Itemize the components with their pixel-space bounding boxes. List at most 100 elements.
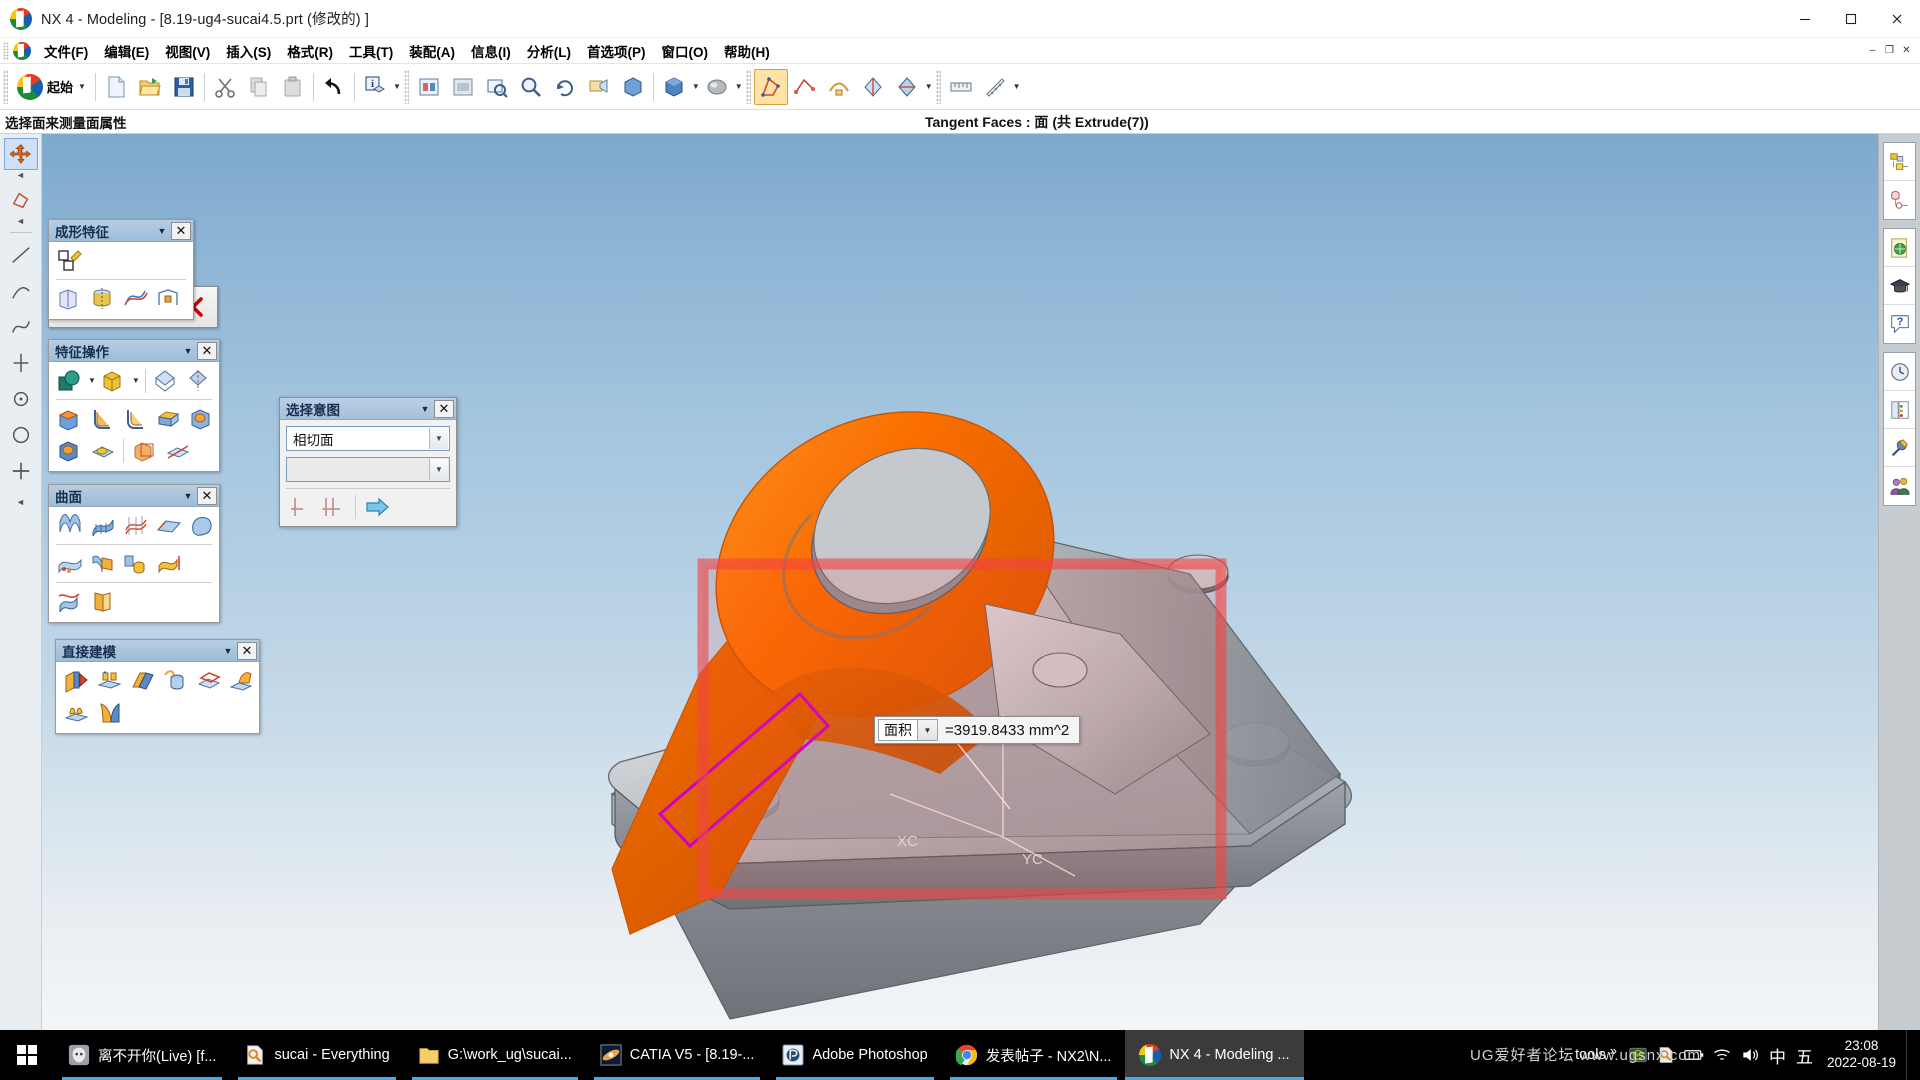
si-chain-button[interactable] xyxy=(319,494,348,520)
chevron-down-icon[interactable]: ▼ xyxy=(132,376,140,385)
close-x-icon[interactable]: ✕ xyxy=(434,399,454,418)
chevron-down-icon[interactable]: ▼ xyxy=(219,642,237,660)
close-x-icon[interactable]: ✕ xyxy=(237,641,257,660)
move-face-button[interactable] xyxy=(61,666,92,695)
document-restore-button[interactable]: ❐ xyxy=(1882,44,1897,58)
edge-blend-button[interactable] xyxy=(54,404,85,433)
palette-direct-modeling-titlebar[interactable]: 直接建模 ▼ ✕ xyxy=(56,640,259,662)
palette-feature-operations-titlebar[interactable]: 特征操作 ▼ ✕ xyxy=(49,340,219,362)
trim-body-button[interactable] xyxy=(98,366,129,395)
render-style-button[interactable] xyxy=(700,69,734,105)
resize-face-button[interactable] xyxy=(94,666,125,695)
rail-constraint-navigator[interactable] xyxy=(1884,181,1915,219)
extrude-button[interactable] xyxy=(54,284,85,313)
selection-secondary-combo[interactable]: ▼ xyxy=(286,457,450,482)
replace-face-button[interactable] xyxy=(160,666,191,695)
task-photoshop[interactable]: Adobe Photoshop xyxy=(768,1030,941,1080)
simple-deviation-button[interactable] xyxy=(856,69,890,105)
thicken-sheet-button[interactable] xyxy=(87,587,118,616)
menu-assemblies[interactable]: 装配(A) xyxy=(401,38,463,64)
rail-part-navigator[interactable] xyxy=(1884,143,1915,181)
graphics-viewport[interactable]: XC YC ◄ ◄ ◄ ? 选择意图 ▼ ✕ 相切面 ▼ ▼ 成形特征 ▼ ✕ … xyxy=(0,134,1920,1030)
copy-button[interactable] xyxy=(242,69,276,105)
chevron-down-icon[interactable]: ▼ xyxy=(153,222,171,240)
rail-roles[interactable] xyxy=(1884,429,1915,467)
task-chrome[interactable]: 发表帖子 - NX2\N... xyxy=(942,1030,1126,1080)
soft-blend-button[interactable] xyxy=(120,404,151,433)
zoom-button[interactable] xyxy=(514,69,548,105)
rail-face-finder[interactable] xyxy=(4,184,38,216)
pan-button[interactable] xyxy=(582,69,616,105)
task-catia[interactable]: CATIA V5 - [8.19-... xyxy=(586,1030,769,1080)
selection-intent-titlebar[interactable]: 选择意图 ▼ ✕ xyxy=(280,398,456,420)
menu-preferences[interactable]: 首选项(P) xyxy=(579,38,654,64)
taskbar-clock[interactable]: 23:08 2022-08-19 xyxy=(1819,1038,1904,1072)
offset-region-button[interactable] xyxy=(127,666,158,695)
rail-history[interactable] xyxy=(1884,353,1915,391)
maximize-icon[interactable] xyxy=(1828,0,1874,38)
rail-line-tool[interactable] xyxy=(4,239,38,271)
close-icon[interactable] xyxy=(1874,0,1920,38)
chevron-down-icon[interactable]: ▼ xyxy=(925,82,933,91)
selection-rule-combo[interactable]: 相切面 ▼ xyxy=(286,426,450,451)
new-button[interactable] xyxy=(99,69,133,105)
offset-surface-button[interactable] xyxy=(153,549,184,578)
close-x-icon[interactable]: ✕ xyxy=(197,486,217,505)
section-analysis-button[interactable] xyxy=(890,69,924,105)
scale-body-button[interactable] xyxy=(129,436,160,465)
unite-button[interactable] xyxy=(54,366,85,395)
chevron-down-icon[interactable]: ▼ xyxy=(735,82,743,91)
minimize-icon[interactable] xyxy=(1782,0,1828,38)
menu-grip[interactable] xyxy=(3,41,9,60)
toolbar-grip-4[interactable] xyxy=(935,69,941,104)
rail-expand-icon[interactable]: ◄ xyxy=(0,170,41,180)
ime-mode-indicator[interactable]: 中 xyxy=(1765,1043,1790,1068)
copy-face-button[interactable] xyxy=(226,666,257,695)
sweep-button[interactable] xyxy=(120,284,151,313)
face-blend-button[interactable] xyxy=(87,404,118,433)
menu-information[interactable]: 信息(I) xyxy=(463,38,519,64)
menu-tools[interactable]: 工具(T) xyxy=(341,38,401,64)
speaker-icon[interactable] xyxy=(1737,1042,1763,1068)
chevron-down-icon[interactable]: ▼ xyxy=(429,428,448,449)
measurement-value-box[interactable]: 面积 ▼ =3919.8433 mm^2 xyxy=(874,716,1081,744)
rail-curve-tool[interactable] xyxy=(4,311,38,343)
rail-learning[interactable] xyxy=(1884,267,1915,305)
hollow-button[interactable] xyxy=(186,404,217,433)
rail-plus-tool[interactable] xyxy=(4,455,38,487)
rail-expand-icon-2[interactable]: ◄ xyxy=(0,216,41,226)
chevron-down-icon[interactable]: ▼ xyxy=(918,719,938,741)
revolve-sheet-button[interactable] xyxy=(120,549,151,578)
utility-ruler-button[interactable] xyxy=(944,69,978,105)
start-menu-button[interactable]: 起始 ▼ xyxy=(11,69,92,105)
close-x-icon[interactable]: ✕ xyxy=(197,341,217,360)
chevron-down-icon[interactable]: ▼ xyxy=(179,487,197,505)
delete-face-button[interactable] xyxy=(193,666,224,695)
utility-angle-button[interactable] xyxy=(978,69,1012,105)
rail-selection-cursor[interactable] xyxy=(3,138,38,170)
document-close-button[interactable]: ✕ xyxy=(1899,44,1914,58)
rail-expand-icon-3[interactable]: ◄ xyxy=(0,497,41,507)
menu-help[interactable]: 帮助(H) xyxy=(716,38,778,64)
revolve-button[interactable] xyxy=(87,284,118,313)
chevron-down-icon[interactable]: ▼ xyxy=(88,376,96,385)
measure-distance-tool-button[interactable] xyxy=(788,69,822,105)
toolbar-grip-3[interactable] xyxy=(745,69,751,104)
palette-form-features-titlebar[interactable]: 成形特征 ▼ ✕ xyxy=(49,220,193,242)
face-taper-button[interactable] xyxy=(94,698,125,727)
shade-view-button[interactable] xyxy=(446,69,480,105)
extrude-sheet-button[interactable] xyxy=(87,549,118,578)
menu-window[interactable]: 窗口(O) xyxy=(654,38,717,64)
info-object-button[interactable]: i xyxy=(358,69,392,105)
rail-arc-tool[interactable] xyxy=(4,275,38,307)
tube-button[interactable] xyxy=(153,284,184,313)
rail-datum-tool[interactable] xyxy=(4,347,38,379)
show-desktop-button[interactable] xyxy=(1906,1030,1914,1080)
undo-button[interactable] xyxy=(317,69,351,105)
menu-format[interactable]: 格式(R) xyxy=(279,38,341,64)
rail-circle-tool[interactable] xyxy=(4,419,38,451)
n-sided-surface-button[interactable] xyxy=(186,511,217,540)
rail-point-tool[interactable] xyxy=(4,383,38,415)
wifi-icon[interactable] xyxy=(1709,1042,1735,1068)
measure-face-button[interactable] xyxy=(753,68,788,105)
